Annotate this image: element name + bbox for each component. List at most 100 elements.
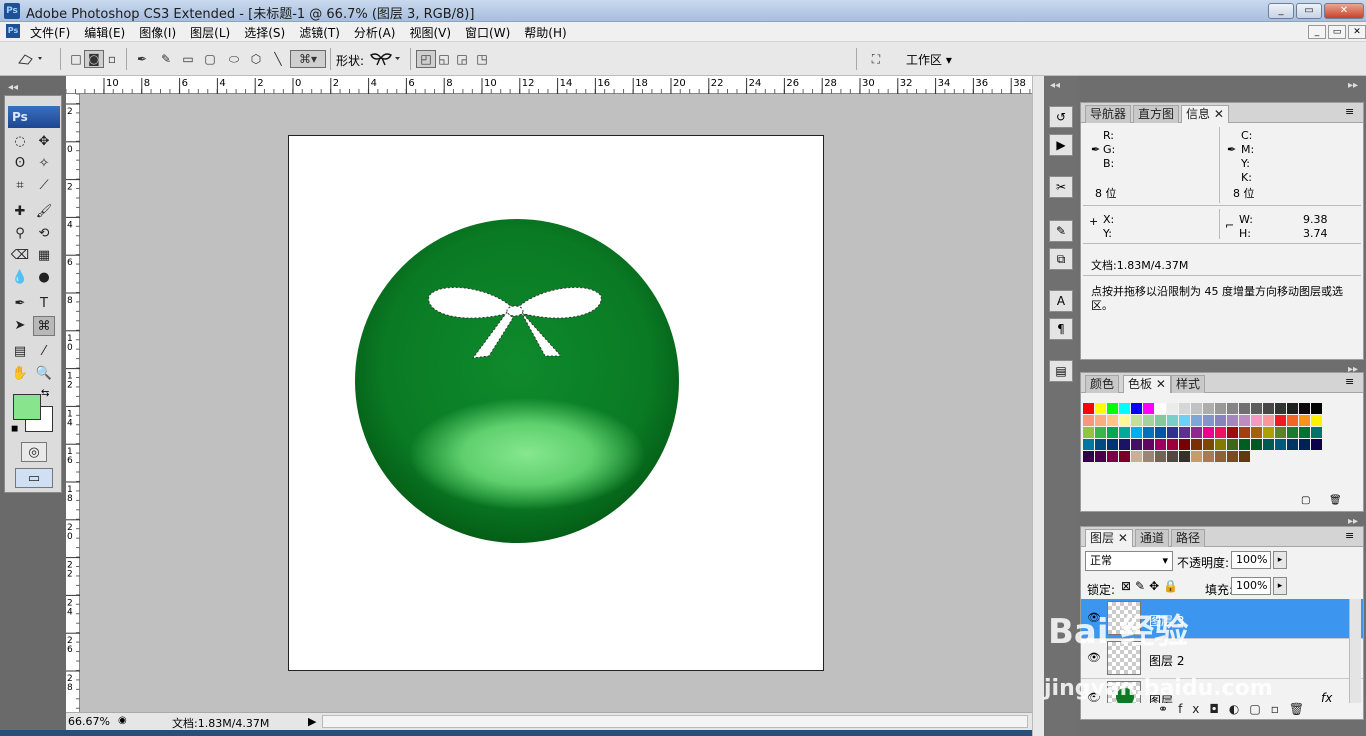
vertical-scrollbar[interactable] [1032,76,1044,736]
gradient-tool-icon[interactable]: ▦ [33,246,55,266]
close-button[interactable]: ✕ [1324,3,1364,19]
swatch[interactable] [1155,403,1166,414]
create-new-shape-icon[interactable]: ◰ [416,50,436,68]
marquee-tool-icon[interactable]: ◌ [9,132,31,152]
horizontal-scrollbar[interactable] [322,715,1028,728]
delete-swatch-icon[interactable]: 🗑 [1329,495,1342,506]
status-menu-arrow[interactable]: ▶ [308,715,316,728]
crop-tool-icon[interactable]: ⌗ [9,176,31,196]
fill-pixels-mode-icon[interactable]: ▫ [102,50,122,68]
swatch[interactable] [1275,415,1286,426]
panel-menu-icon[interactable]: ≡ [1345,529,1354,542]
bridge-icon[interactable]: ⛶ [862,50,890,68]
magic-wand-icon[interactable]: ✧ [33,154,55,174]
swatch[interactable] [1239,439,1250,450]
swatch[interactable] [1107,427,1118,438]
swatch[interactable] [1143,427,1154,438]
swatch[interactable] [1179,403,1190,414]
swatch[interactable] [1083,439,1094,450]
paragraph-panel-icon[interactable]: ¶ [1049,318,1073,340]
swatch[interactable] [1263,415,1274,426]
layers-footer-icons[interactable]: ⚭fx◘◐▢▫🗑 [1158,702,1314,716]
workspace-menu[interactable]: 工作区 ▾ [906,51,952,68]
default-colors-icon[interactable]: ◼ [11,424,18,434]
layers-scrollbar[interactable] [1349,599,1361,703]
panel-menu-icon[interactable]: ≡ [1345,375,1354,388]
lasso-tool-icon[interactable]: ʘ [9,154,31,174]
minimize-button[interactable]: _ [1268,3,1294,19]
swatch[interactable] [1179,439,1190,450]
swatch[interactable] [1179,427,1190,438]
swatch[interactable] [1107,403,1118,414]
swatch[interactable] [1095,415,1106,426]
swatch[interactable] [1251,439,1262,450]
swatch[interactable] [1227,451,1238,462]
swatch[interactable] [1155,427,1166,438]
swatch[interactable] [1275,427,1286,438]
doc-restore-button[interactable]: ▭ [1328,25,1346,39]
new-swatch-icon[interactable]: ▢ [1301,495,1310,506]
swatch[interactable] [1083,427,1094,438]
fx-button[interactable]: fx [1178,702,1209,716]
tab-channels[interactable]: 通道 [1135,529,1170,547]
zoom-level[interactable]: 66.67% [68,715,110,728]
swatch[interactable] [1299,403,1310,414]
healing-brush-icon[interactable]: ✚ [9,202,31,222]
menu-edit[interactable]: 编辑(E) [84,24,125,41]
doc-close-button[interactable]: ✕ [1348,25,1366,39]
paths-mode-icon[interactable]: ◙ [84,50,104,68]
hand-tool-icon[interactable]: ✋ [9,364,31,384]
custom-shape-tool-icon[interactable]: ⌘ [33,316,55,336]
swatch[interactable] [1191,415,1202,426]
freeform-pen-icon[interactable]: ✎ [156,50,176,68]
fill-input[interactable]: 100% [1231,577,1271,595]
lock-icons[interactable]: ⊠✎✥🔒 [1121,579,1182,593]
swatch[interactable] [1119,427,1130,438]
tool-presets-icon[interactable]: ✂ [1049,176,1073,198]
shape-picker[interactable] [366,50,404,68]
swatch[interactable] [1275,403,1286,414]
tab-layers[interactable]: 图层 ✕ [1085,529,1133,547]
document-canvas[interactable] [288,135,824,671]
swatch[interactable] [1179,451,1190,462]
swatch[interactable] [1311,403,1322,414]
swatch[interactable] [1263,439,1274,450]
swatch[interactable] [1131,415,1142,426]
eyedropper-tool-icon[interactable]: ⁄ [33,342,55,362]
doc-minimize-button[interactable]: _ [1308,25,1326,39]
swatch[interactable] [1119,415,1130,426]
swatch[interactable] [1311,427,1322,438]
swatch[interactable] [1299,439,1310,450]
brushes-panel-icon[interactable]: ✎ [1049,220,1073,242]
menu-select[interactable]: 选择(S) [244,24,285,41]
pen-tool-icon[interactable]: ✒ [9,294,31,314]
swatch[interactable] [1215,439,1226,450]
polygon-shape-icon[interactable]: ⬡ [246,50,266,68]
swatch[interactable] [1191,403,1202,414]
swatch[interactable] [1227,439,1238,450]
swatch[interactable] [1155,451,1166,462]
swatch[interactable] [1299,427,1310,438]
actions-panel-icon[interactable]: ▶ [1049,134,1073,156]
swatch[interactable] [1131,403,1142,414]
rounded-rectangle-icon[interactable]: ▢ [200,50,220,68]
tab-histogram[interactable]: 直方图 [1133,105,1180,123]
add-to-shape-icon[interactable]: ◱ [434,50,454,68]
swatch[interactable] [1095,403,1106,414]
panel-menu-icon[interactable]: ≡ [1345,105,1354,118]
swatch[interactable] [1287,439,1298,450]
swatch[interactable] [1131,439,1142,450]
swatch[interactable] [1083,451,1094,462]
close-tab-icon[interactable]: ✕ [1118,531,1128,545]
close-tab-icon[interactable]: ✕ [1156,377,1166,391]
slice-tool-icon[interactable]: ⟋ [33,176,55,196]
swatches-grid[interactable] [1083,403,1363,475]
menu-analysis[interactable]: 分析(A) [354,24,396,41]
swatch[interactable] [1299,415,1310,426]
swatch[interactable] [1311,439,1322,450]
swatch[interactable] [1203,439,1214,450]
swatch[interactable] [1287,403,1298,414]
swatch[interactable] [1203,427,1214,438]
swatch[interactable] [1119,439,1130,450]
swatch[interactable] [1143,451,1154,462]
